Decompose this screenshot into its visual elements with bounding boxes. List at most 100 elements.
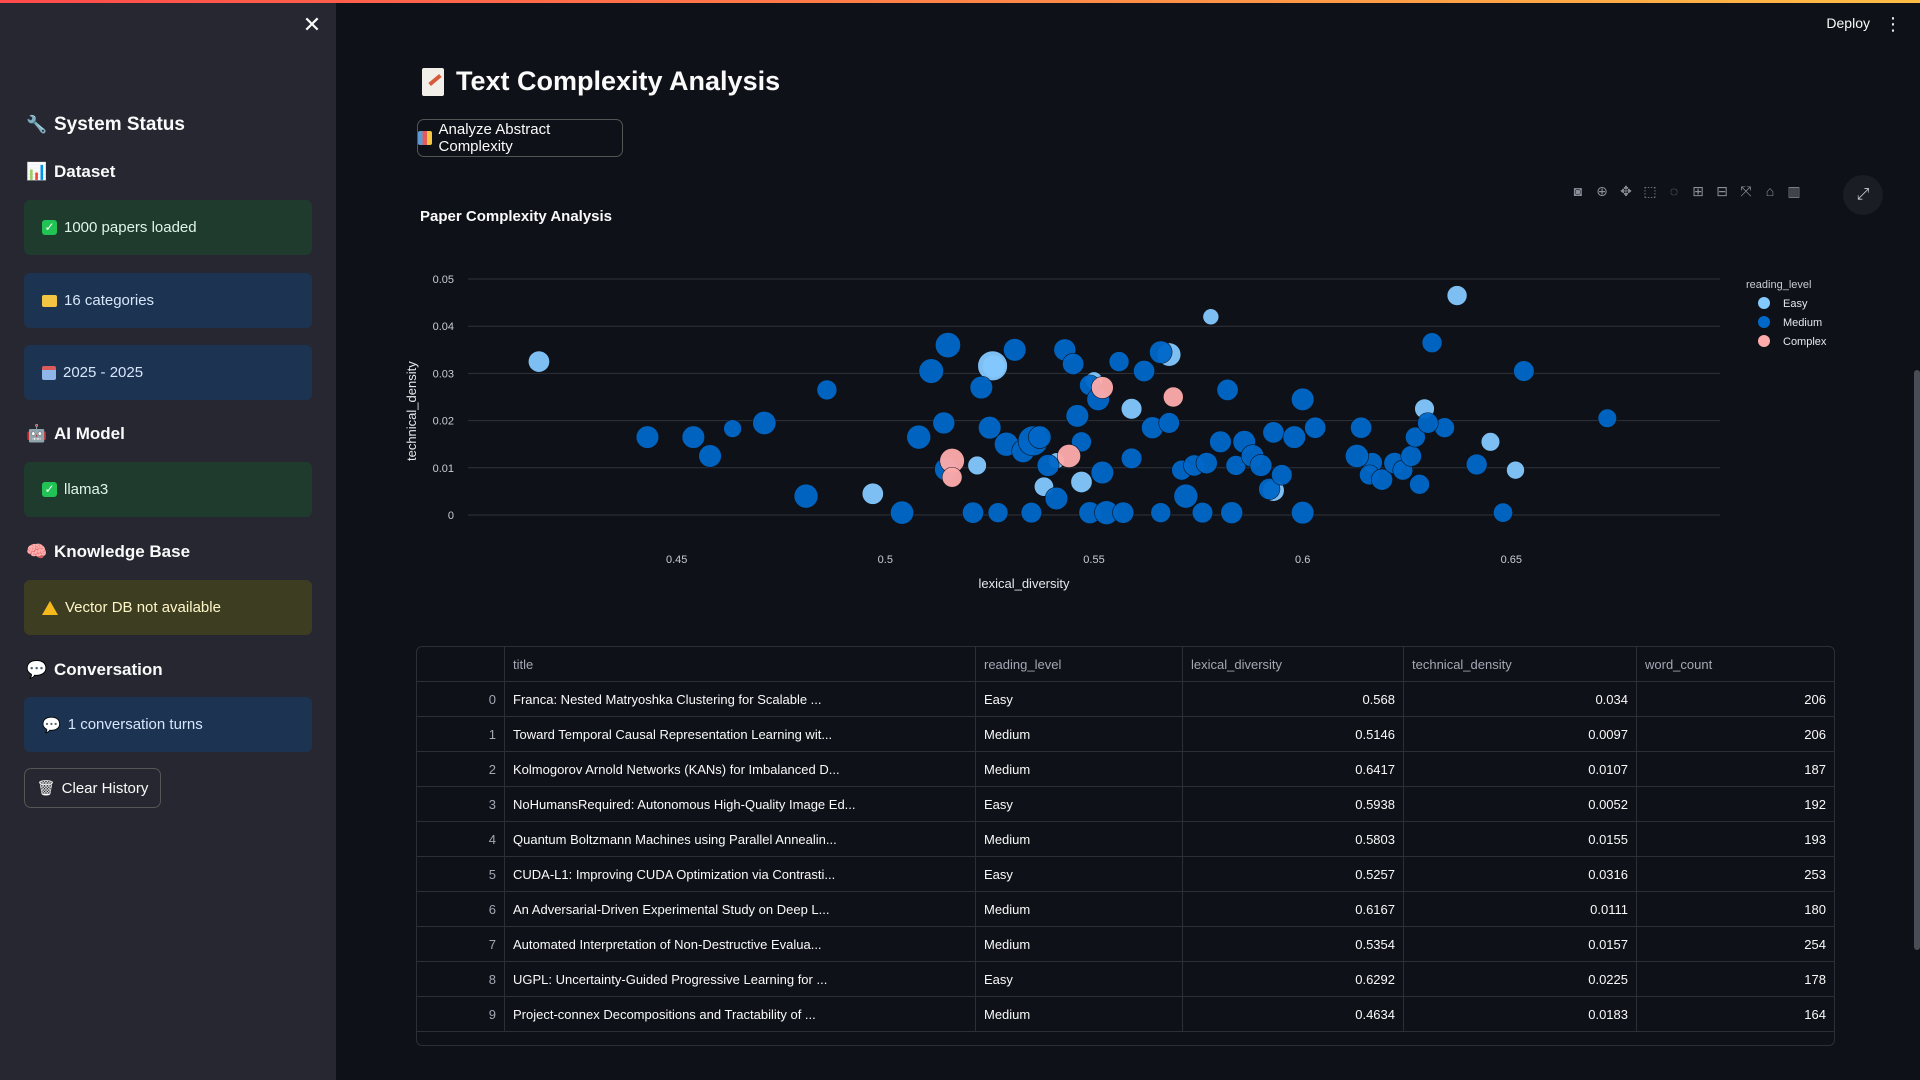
row-index: 2 [417,752,505,786]
x-tick-label: 0.6 [1295,554,1310,566]
table-cell[interactable]: 0.6292 [1183,962,1404,996]
data-point-medium [918,358,944,384]
table-cell[interactable]: 0.4634 [1183,997,1404,1031]
table-cell[interactable]: 193 [1637,822,1834,856]
table-cell[interactable]: CUDA-L1: Improving CUDA Optimization via… [505,857,976,891]
close-sidebar-icon[interactable]: ✕ [301,14,323,36]
table-cell[interactable]: UGPL: Uncertainty-Guided Progressive Lea… [505,962,976,996]
table-cell[interactable]: 0.0155 [1404,822,1637,856]
table-cell[interactable]: An Adversarial-Driven Experimental Study… [505,892,976,926]
table-row[interactable]: 2 Kolmogorov Arnold Networks (KANs) for I… [417,752,1834,787]
table-cell[interactable]: 0.6417 [1183,752,1404,786]
table-cell[interactable]: 0.0052 [1404,787,1637,821]
table-cell[interactable]: 178 [1637,962,1834,996]
data-point-medium [635,425,660,449]
table-cell[interactable]: Project-connex Decompositions and Tracta… [505,997,976,1031]
table-cell[interactable]: 254 [1637,927,1834,961]
table-cell[interactable]: Kolmogorov Arnold Networks (KANs) for Im… [505,752,976,786]
table-cell[interactable]: 0.5803 [1183,822,1404,856]
table-cell[interactable]: Easy [976,682,1183,716]
table-cell[interactable]: 0.5146 [1183,717,1404,751]
table-cell[interactable]: 0.568 [1183,682,1404,716]
bar-chart-icon: 📊 [26,162,48,181]
table-cell[interactable]: 0.5938 [1183,787,1404,821]
table-row[interactable]: 6 An Adversarial-Driven Experimental Stud… [417,892,1834,927]
table-cell[interactable]: 192 [1637,787,1834,821]
table-cell[interactable]: Medium [976,892,1183,926]
table-cell[interactable]: Medium [976,927,1183,961]
table-row[interactable]: 3 NoHumansRequired: Autonomous High-Quali… [417,787,1834,822]
conversation-heading: 💬 Conversation [26,660,163,679]
data-point-medium [793,483,819,509]
column-header[interactable]: reading_level [976,647,1183,681]
x-axis-label: lexical_diversity [978,576,1070,591]
table-cell[interactable]: Easy [976,962,1183,996]
table-cell[interactable]: 0.0111 [1404,892,1637,926]
data-point-medium [1150,502,1172,523]
data-point-medium [1036,454,1060,477]
table-cell[interactable]: 164 [1637,997,1834,1031]
table-row[interactable]: 1 Toward Temporal Causal Representation L… [417,717,1834,752]
table-cell[interactable]: 180 [1637,892,1834,926]
categories-info: 16 categories [24,273,312,328]
x-tick-label: 0.5 [878,554,893,566]
data-point-easy [527,350,550,373]
page-scrollbar[interactable] [1914,370,1920,950]
system-status-heading: 🔧 System Status [26,114,185,135]
table-cell[interactable]: Toward Temporal Causal Representation Le… [505,717,976,751]
scatter-chart: 0 0.01 0.02 0.03 0.04 0.05 0.45 0.5 0.55 0.6 0.65 l… [404,274,1827,591]
speech-bubble-icon: 💬 [26,660,48,679]
legend-marker [1758,297,1770,309]
table-cell[interactable]: Medium [976,752,1183,786]
data-point-easy [861,482,884,505]
table-row[interactable]: 0 Franca: Nested Matryoshka Clustering fo… [417,682,1834,717]
column-header[interactable]: technical_density [1404,647,1637,681]
table-cell[interactable]: 0.0157 [1404,927,1637,961]
table-row[interactable]: 8 UGPL: Uncertainty-Guided Progressive Le… [417,962,1834,997]
table-cell[interactable]: Medium [976,822,1183,856]
table-cell[interactable]: Easy [976,857,1183,891]
data-point-medium [1090,460,1114,485]
clear-history-button[interactable]: 🗑 Clear History [24,768,161,808]
column-header[interactable]: title [505,647,976,681]
table-cell[interactable]: 0.0107 [1404,752,1637,786]
data-point-medium [1597,408,1617,428]
data-point-easy [1202,308,1220,326]
table-cell[interactable]: 206 [1637,682,1834,716]
robot-icon: 🤖 [26,424,48,443]
table-row[interactable]: 9 Project-connex Decompositions and Tract… [417,997,1834,1032]
table-cell[interactable]: 187 [1637,752,1834,786]
table-cell[interactable]: 0.5257 [1183,857,1404,891]
table-cell[interactable]: Medium [976,997,1183,1031]
table-cell[interactable]: 0.0316 [1404,857,1637,891]
index-header [417,647,505,681]
table-cell[interactable]: Franca: Nested Matryoshka Clustering for… [505,682,976,716]
table-row[interactable]: 4 Quantum Boltzmann Machines using Parall… [417,822,1834,857]
table-row[interactable]: 5 CUDA-L1: Improving CUDA Optimization vi… [417,857,1834,892]
column-header[interactable]: word_count [1637,647,1834,681]
row-index: 1 [417,717,505,751]
table-cell[interactable]: Easy [976,787,1183,821]
table-cell[interactable]: Medium [976,717,1183,751]
table-cell[interactable]: 0.034 [1404,682,1637,716]
data-point-medium [1282,425,1306,449]
table-cell[interactable]: Quantum Boltzmann Machines using Paralle… [505,822,976,856]
vector-db-warning: Vector DB not available [24,580,312,635]
data-point-medium [1304,416,1327,439]
table-cell[interactable]: 0.0225 [1404,962,1637,996]
table-cell[interactable]: Automated Interpretation of Non-Destruct… [505,927,976,961]
column-header[interactable]: lexical_diversity [1183,647,1404,681]
table-cell[interactable]: 253 [1637,857,1834,891]
data-point-medium [1195,452,1218,475]
row-index: 4 [417,822,505,856]
table-cell[interactable]: 0.5354 [1183,927,1404,961]
data-point-medium [1044,486,1069,511]
table-cell[interactable]: NoHumansRequired: Autonomous High-Qualit… [505,787,976,821]
table-cell[interactable]: 0.0097 [1404,717,1637,751]
data-point-medium [681,425,705,449]
table-cell[interactable]: 206 [1637,717,1834,751]
data-point-medium [1249,454,1273,477]
table-cell[interactable]: 0.6167 [1183,892,1404,926]
table-cell[interactable]: 0.0183 [1404,997,1637,1031]
table-row[interactable]: 7 Automated Interpretation of Non-Destruc… [417,927,1834,962]
